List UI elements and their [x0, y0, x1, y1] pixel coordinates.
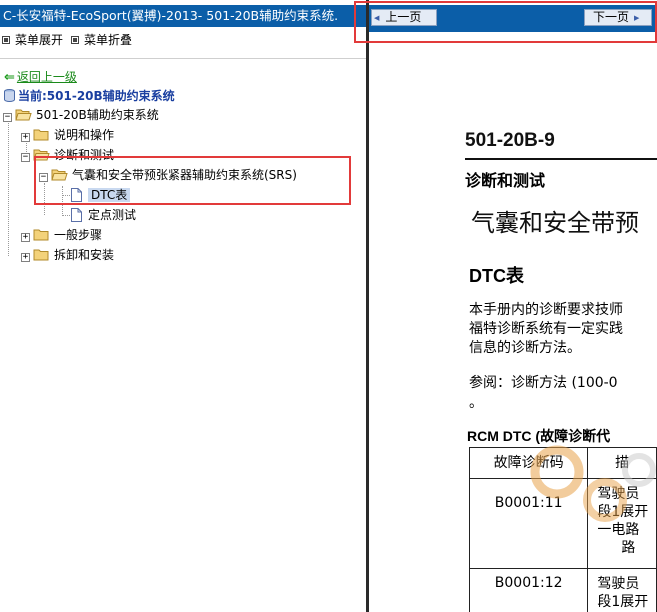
expand-icon[interactable]: + [21, 233, 30, 242]
document-pane: ◀ 上一页 下一页 ▶ 501-20B-9 诊断和测试 气囊和安全带预 DTC表 本… [369, 0, 657, 612]
menu-collapse-button[interactable]: 菜单折叠 [71, 30, 132, 50]
description-line: 段1展开 [597, 594, 649, 610]
collapse-icon[interactable]: − [21, 153, 30, 162]
back-link-label[interactable]: 返回上一级 [17, 70, 77, 84]
expand-all-icon [2, 36, 10, 44]
back-link[interactable]: ⇐ 返回上一级 [4, 69, 77, 85]
dtc-description-cell: 驾驶员 段1展开 [587, 568, 657, 612]
tree-node-general[interactable]: + 一般步骤 [21, 226, 102, 244]
reference-line: 参阅：诊断方法 (100-0 [469, 375, 618, 391]
description-line: 驾驶员 [597, 486, 640, 502]
table-header-cell: 故障诊断码 [468, 447, 589, 479]
paragraph-line: 本手册内的诊断要求技师 [469, 302, 623, 318]
table-header-cell: 描 [587, 447, 657, 479]
page-number: 501-20B-9 [465, 130, 555, 151]
header-rule [465, 158, 657, 160]
tree-node-label: 拆卸和安装 [54, 248, 115, 262]
document-icon [71, 208, 82, 222]
expand-icon[interactable]: + [21, 253, 30, 262]
folder-icon [33, 129, 49, 141]
collapse-icon[interactable]: − [3, 113, 12, 122]
tree-node-description[interactable]: + 说明和操作 [21, 126, 114, 144]
window-title: C-长安福特-EcoSport(翼搏)-2013- 501-20B辅助约束系统. [0, 5, 366, 27]
document-subheading: DTC表 [469, 266, 524, 286]
section-title: 诊断和测试 [465, 171, 546, 190]
reference-line: 。 [469, 395, 483, 411]
tree-leaf-label: 定点测试 [88, 208, 137, 222]
description-line: 驾驶员 [597, 576, 640, 592]
dtc-description-cell: 驾驶员 段1展开 一电路 路 [587, 478, 657, 569]
current-location: 当前:501-20B辅助约束系统 [4, 88, 175, 104]
tree-leaf-pinpoint[interactable]: 定点测试 [71, 206, 136, 224]
dtc-code-cell: B0001:12 [468, 568, 589, 612]
highlight-box [34, 156, 351, 205]
highlight-box [354, 1, 657, 43]
dtc-table: 故障诊断码 描 B0001:11 驾驶员 段1展开 一电路 路 B0001:12… [468, 447, 657, 612]
tree-node-root[interactable]: − 501-20B辅助约束系统 [3, 106, 159, 124]
description-line: 路 [621, 540, 636, 556]
tree-node-removal[interactable]: + 拆卸和安装 [21, 246, 114, 264]
reference-text: 参阅：诊断方法 (100-0 。 [469, 373, 618, 413]
tree-connector [62, 215, 70, 216]
paragraph-line: 信息的诊断方法。 [469, 340, 581, 356]
document-heading: 气囊和安全带预 [471, 209, 639, 237]
intro-paragraph: 本手册内的诊断要求技师 福特诊断系统有一定实践 信息的诊断方法。 [469, 301, 623, 358]
menu-expand-label: 菜单展开 [15, 33, 64, 47]
menu-row: 菜单展开 菜单折叠 [0, 30, 138, 50]
folder-icon [33, 229, 49, 241]
description-line: 段1展开 [597, 504, 649, 520]
table-header-row: 故障诊断码 描 [468, 447, 657, 479]
divider [0, 58, 366, 59]
expand-icon[interactable]: + [21, 133, 30, 142]
paragraph-line: 福特诊断系统有一定实践 [469, 321, 623, 337]
back-arrow-icon: ⇐ [4, 70, 15, 85]
tree-node-label: 说明和操作 [54, 128, 115, 142]
tree-node-label: 一般步骤 [54, 228, 103, 242]
tree-connector [8, 123, 9, 256]
current-location-label: 当前:501-20B辅助约束系统 [18, 89, 175, 103]
table-row: B0001:12 驾驶员 段1展开 [468, 568, 657, 612]
collapse-all-icon [71, 36, 80, 44]
table-title: RCM DTC (故障诊断代 [467, 428, 611, 444]
menu-collapse-label: 菜单折叠 [84, 33, 133, 47]
description-line: 一电路 [597, 522, 640, 538]
navigation-pane: C-长安福特-EcoSport(翼搏)-2013- 501-20B辅助约束系统.… [0, 0, 366, 612]
database-icon [4, 89, 15, 102]
table-row: B0001:11 驾驶员 段1展开 一电路 路 [468, 478, 657, 569]
tree-node-label: 501-20B辅助约束系统 [36, 108, 159, 122]
folder-icon [33, 249, 49, 261]
dtc-code-cell: B0001:11 [468, 478, 589, 569]
folder-open-icon [15, 109, 32, 121]
menu-expand-button[interactable]: 菜单展开 [2, 30, 63, 50]
